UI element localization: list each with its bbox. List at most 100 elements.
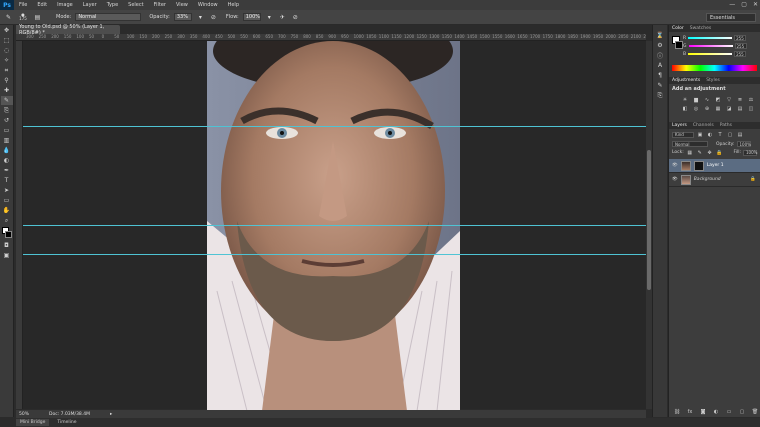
maximize-button[interactable]: ▢ [741,1,747,8]
new-layer-icon[interactable]: ▢ [738,408,746,415]
brush-tool-icon[interactable]: ✎ [0,96,13,105]
menu-filter[interactable]: Filter [149,2,171,8]
link-layers-icon[interactable]: ⛓ [673,408,681,415]
doc-size[interactable]: Doc: 7.03M/38.4M [49,412,90,417]
fill-field[interactable]: 100% [743,149,757,156]
status-arrow-icon[interactable]: ▸ [110,412,112,417]
layer-name[interactable]: Layer 1 [707,163,724,168]
menu-window[interactable]: Window [193,2,223,8]
flow-field[interactable]: 100% [242,13,261,21]
delete-layer-icon[interactable]: 🗑 [751,408,759,415]
layer-kind-filter[interactable]: Kind [672,131,694,138]
lock-pixels-icon[interactable]: ▦ [686,149,694,156]
close-button[interactable]: ✕ [753,1,758,8]
tab-color[interactable]: Color [672,26,684,31]
pen-tool-icon[interactable]: ✒ [1,166,13,175]
lock-paint-icon[interactable]: ✎ [696,149,704,156]
filter-pixel-icon[interactable]: ▣ [696,131,704,138]
eyedropper-tool-icon[interactable]: ⚲ [1,76,13,85]
quick-mask-icon[interactable]: ◘ [1,241,13,250]
slider-b[interactable]: B 255 [669,50,747,58]
menu-select[interactable]: Select [123,2,148,8]
history-panel-icon[interactable]: ⌛ [654,31,666,40]
screen-mode-icon[interactable]: ▣ [1,251,13,260]
exposure-icon[interactable]: ◩ [714,96,722,103]
color-swatches-icon[interactable] [1,226,13,240]
blur-tool-icon[interactable]: 💧 [1,146,13,155]
minimize-button[interactable]: — [729,1,735,8]
layer-mask-thumbnail[interactable] [693,160,704,171]
properties-panel-icon[interactable]: ⚙ [654,41,666,50]
gradient-tool-icon[interactable]: ▥ [1,136,13,145]
tab-mini-bridge[interactable]: Mini Bridge [16,419,50,426]
curves-icon[interactable]: ∿ [703,96,711,103]
tab-channels[interactable]: Channels [693,123,714,128]
menu-edit[interactable]: Edit [32,2,52,8]
slider-r[interactable]: R 255 [669,34,747,42]
type-tool-icon[interactable]: T [1,176,13,185]
menu-file[interactable]: File [14,2,32,8]
filter-smart-icon[interactable]: ▤ [736,131,744,138]
posterize-icon[interactable]: ▤ [736,105,744,112]
channel-g-value[interactable]: 255 [734,43,747,49]
slider-r-track[interactable] [688,37,733,39]
info-panel-icon[interactable]: ⓘ [654,51,666,60]
channel-mixer-icon[interactable]: ⊕ [703,105,711,112]
layer-row-layer-1[interactable]: 👁 Layer 1 [669,159,760,173]
tab-styles[interactable]: Styles [706,78,720,83]
slider-g[interactable]: G 255 [669,42,747,50]
paragraph-panel-icon[interactable]: ¶ [654,71,666,80]
filter-type-icon[interactable]: T [716,131,724,138]
marquee-tool-icon[interactable]: ⬚ [1,36,13,45]
guide-line[interactable] [23,126,646,127]
invert-icon[interactable]: ◪ [725,105,733,112]
bw-icon[interactable]: ◧ [681,105,689,112]
shape-tool-icon[interactable]: ▭ [1,196,13,205]
channel-b-value[interactable]: 255 [734,51,747,57]
mode-select[interactable]: Normal [75,13,142,21]
visibility-eye-icon[interactable]: 👁 [672,177,678,182]
brightness-icon[interactable]: ☀ [681,96,689,103]
hand-tool-icon[interactable]: ✋ [1,206,13,215]
airbrush-icon[interactable]: ✈ [278,13,287,22]
clone-stamp-tool-icon[interactable]: ⎘ [1,106,13,115]
slider-b-track[interactable] [688,53,733,55]
pressure-size-icon[interactable]: ⊘ [291,13,300,22]
healing-brush-tool-icon[interactable]: ✚ [1,86,13,95]
guide-line[interactable] [23,254,646,255]
balance-icon[interactable]: ⚖ [747,96,755,103]
brush-panel-icon[interactable]: ▤ [33,13,42,22]
filter-shape-icon[interactable]: ▢ [726,131,734,138]
lock-position-icon[interactable]: ✥ [706,149,714,156]
threshold-icon[interactable]: ◫ [747,105,755,112]
filter-adjustment-icon[interactable]: ◐ [706,131,714,138]
vibrance-icon[interactable]: ▽ [725,96,733,103]
pressure-opacity-icon[interactable]: ⊘ [209,13,218,22]
guide-line[interactable] [23,225,646,226]
blend-mode-select[interactable]: Normal [672,141,708,147]
layer-opacity-field[interactable]: 100% [736,141,751,147]
eraser-tool-icon[interactable]: ▭ [1,126,13,135]
layer-name[interactable]: Background [694,177,721,182]
add-mask-icon[interactable]: ◙ [699,408,707,415]
channel-r-value[interactable]: 255 [734,35,747,41]
hue-icon[interactable]: ≣ [736,96,744,103]
quick-select-tool-icon[interactable]: ✧ [1,56,13,65]
zoom-tool-icon[interactable]: ⌕ [1,216,13,225]
fx-icon[interactable]: fx [686,408,694,415]
flow-dropdown-icon[interactable]: ▾ [265,13,274,22]
brush-presets-icon[interactable]: ✎ [654,81,666,90]
menu-layer[interactable]: Layer [78,2,102,8]
tab-swatches[interactable]: Swatches [690,26,712,31]
lasso-tool-icon[interactable]: ◌ [1,46,13,55]
character-panel-icon[interactable]: A [654,61,666,70]
path-select-tool-icon[interactable]: ➤ [1,186,13,195]
lock-all-icon[interactable]: 🔒 [716,149,724,156]
menu-image[interactable]: Image [52,2,78,8]
tab-layers[interactable]: Layers [672,123,687,128]
tab-paths[interactable]: Paths [720,123,732,128]
visibility-eye-icon[interactable]: 👁 [672,163,678,168]
tab-adjustments[interactable]: Adjustments [672,78,700,83]
levels-icon[interactable]: ▆ [692,96,700,103]
clone-source-icon[interactable]: ⎘ [654,91,666,100]
